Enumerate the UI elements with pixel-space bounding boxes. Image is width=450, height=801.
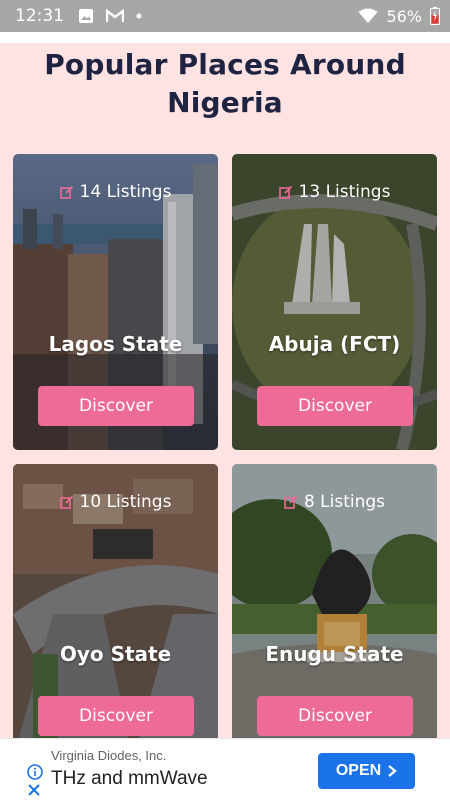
info-icon[interactable] [27,764,43,780]
ad-advertiser: Virginia Diodes, Inc. [51,748,167,763]
discover-button[interactable]: Discover [38,696,194,736]
discover-button[interactable]: Discover [257,386,413,426]
discover-button[interactable]: Discover [257,696,413,736]
close-icon[interactable] [27,783,41,797]
ad-open-button[interactable]: OPEN [318,753,415,789]
listing-count: 13 Listings [232,182,437,202]
status-bar: 12:31 56% [0,0,450,32]
place-card-lagos[interactable]: 14 Listings Lagos State Discover [13,154,218,450]
page-title: Popular Places Around Nigeria [44,48,406,119]
listing-count: 8 Listings [232,492,437,512]
listing-count: 14 Listings [13,182,218,202]
place-name: Enugu State [265,642,404,666]
listing-count: 10 Listings [13,492,218,512]
ad-headline: THz and mmWave [51,768,208,789]
edit-icon [59,185,73,199]
place-name: Oyo State [59,642,172,666]
place-card-abuja[interactable]: 13 Listings Abuja (FCT) Discover [232,154,437,450]
notification-dot-icon [136,13,142,19]
chevron-right-icon [388,765,398,777]
place-name: Lagos State [48,332,183,356]
wifi-icon [358,8,378,23]
discover-button[interactable]: Discover [38,386,194,426]
place-name: Abuja (FCT) [268,332,401,356]
place-card-enugu[interactable]: 8 Listings Enugu State Discover [232,464,437,760]
gmail-icon [106,9,124,22]
top-divider [0,32,450,43]
image-icon [79,9,93,23]
status-time: 12:31 [15,6,64,26]
edit-icon [278,185,292,199]
edit-icon [284,495,298,509]
battery-icon [430,7,440,25]
place-card-oyo[interactable]: 10 Listings Oyo State Discover [13,464,218,760]
ad-banner[interactable]: Virginia Diodes, Inc. THz and mmWave OPE… [0,738,450,801]
edit-icon [59,495,73,509]
battery-percent: 56% [386,6,422,26]
